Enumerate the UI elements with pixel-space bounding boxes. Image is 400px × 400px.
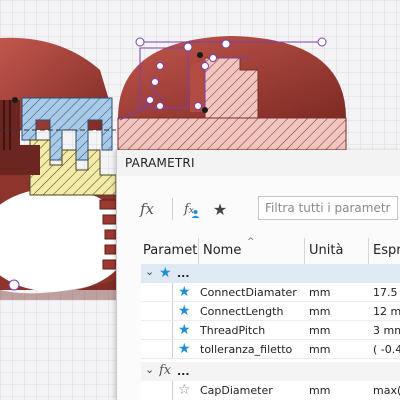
- parameters-dialog: PARAMETRI fx fx ★ Paramet Nome ^ Unità E…: [116, 150, 400, 400]
- dialog-left-margin: [117, 238, 141, 400]
- function-icon: fx: [159, 363, 172, 378]
- toolbar-separator: [172, 198, 173, 220]
- column-divider[interactable]: [368, 238, 369, 264]
- parameter-expression[interactable]: 3 mm: [373, 324, 400, 337]
- parameter-name: CapDiameter: [200, 384, 273, 397]
- group-label: ...: [177, 365, 190, 378]
- column-header-unit[interactable]: Unità: [309, 243, 367, 258]
- dialog-title: PARAMETRI: [125, 156, 195, 170]
- parameter-name: tolleranza_filetto: [200, 343, 293, 356]
- parameter-unit: mm: [309, 305, 331, 318]
- function-icon[interactable]: fx: [135, 198, 159, 220]
- column-divider[interactable]: [304, 238, 305, 264]
- parameter-expression[interactable]: max(I: [373, 384, 400, 397]
- row-divider: [141, 358, 400, 359]
- dialog-title-bar[interactable]: PARAMETRI: [117, 150, 400, 177]
- group-row-favorites[interactable]: ⌄ ★ ...: [141, 264, 400, 283]
- parameter-name: ConnectLength: [200, 305, 284, 318]
- table-row[interactable]: ★ ThreadPitch mm 3 mm: [141, 321, 400, 340]
- table-row[interactable]: ☆ CapDiameter mm max(I: [141, 381, 400, 400]
- parameter-expression[interactable]: ( -0.4: [373, 343, 400, 356]
- favorite-star-icon[interactable]: ★: [178, 284, 191, 300]
- table-row[interactable]: ★ ConnectLength mm 12 mm: [141, 302, 400, 321]
- group-row-user-parameters[interactable]: ⌄ fx ...: [141, 362, 400, 381]
- table-row[interactable]: ★ tolleranza_filetto mm ( -0.4: [141, 340, 400, 359]
- table-row[interactable]: ★ ConnectDiamater mm 17.5 m: [141, 283, 400, 302]
- favorite-star-icon[interactable]: ★: [178, 303, 191, 319]
- favorite-star-icon[interactable]: ★: [178, 341, 191, 357]
- column-header-expression[interactable]: Espr: [373, 243, 400, 258]
- parameter-name: ConnectDiamater: [200, 286, 297, 299]
- favorite-star-icon[interactable]: ★: [178, 322, 191, 338]
- column-divider[interactable]: [198, 238, 199, 264]
- parameter-unit: mm: [309, 286, 331, 299]
- parameter-unit: mm: [309, 324, 331, 337]
- table-header: Paramet Nome ^ Unità Espr: [141, 237, 400, 265]
- filter-parameters-input[interactable]: [258, 196, 398, 220]
- group-label: ...: [177, 267, 190, 280]
- parameter-unit: mm: [309, 343, 331, 356]
- user-function-icon[interactable]: fx: [179, 198, 205, 220]
- chevron-down-icon[interactable]: ⌄: [145, 363, 154, 376]
- parameter-name: ThreadPitch: [200, 324, 266, 337]
- parameters-table: Paramet Nome ^ Unità Espr ⌄ ★ ... ★ Conn…: [141, 237, 400, 400]
- sort-ascending-icon[interactable]: ^: [247, 237, 255, 247]
- parameter-expression[interactable]: 12 mm: [373, 305, 400, 318]
- parameter-unit: mm: [309, 384, 331, 397]
- column-header-parameter[interactable]: Paramet: [143, 243, 198, 258]
- favorites-star-icon: ★: [159, 265, 172, 281]
- chevron-down-icon[interactable]: ⌄: [145, 265, 154, 278]
- parameters-toolbar: fx fx ★: [117, 176, 400, 240]
- favorite-star-outline-icon[interactable]: ☆: [178, 382, 191, 398]
- star-icon[interactable]: ★: [209, 198, 231, 220]
- parameter-expression[interactable]: 17.5 m: [373, 286, 400, 299]
